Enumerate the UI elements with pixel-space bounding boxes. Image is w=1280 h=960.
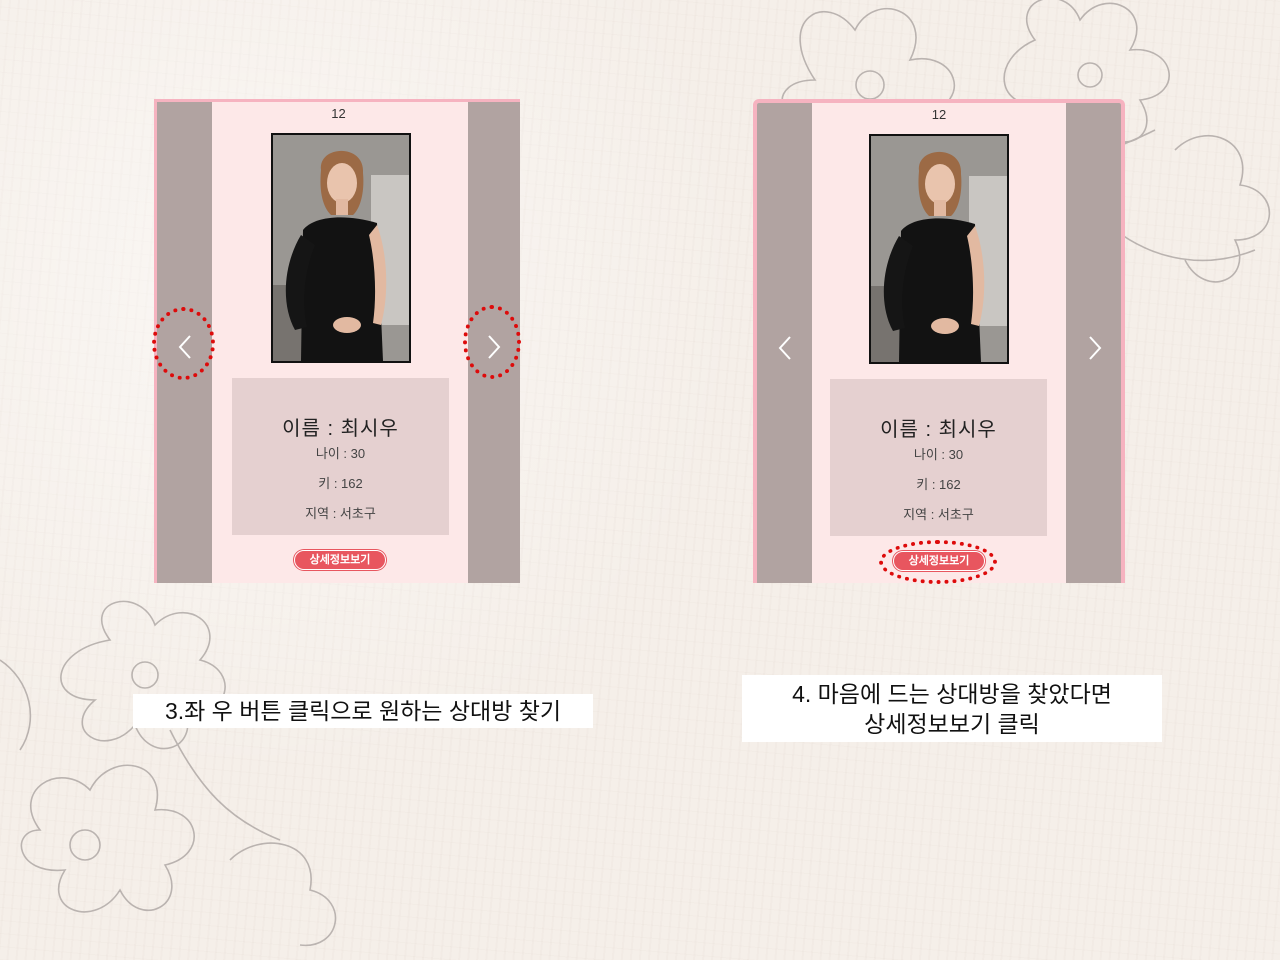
profile-region: 지역 : 서초구 bbox=[305, 506, 376, 521]
right-side-panel bbox=[468, 102, 520, 583]
app-screen-step3: 12 이름 : 최시우 나이 : 30 키 : 162 지역 : 서초구 상세정… bbox=[154, 99, 520, 583]
profile-age: 나이 : 30 bbox=[913, 447, 964, 462]
chevron-right-icon bbox=[1089, 336, 1102, 360]
profile-age: 나이 : 30 bbox=[315, 446, 366, 461]
profile-height: 키 : 162 bbox=[916, 477, 961, 492]
right-side-panel bbox=[1066, 103, 1121, 583]
prev-profile-button[interactable] bbox=[765, 328, 805, 368]
profile-info-card: 이름 : 최시우 나이 : 30 키 : 162 지역 : 서초구 bbox=[232, 378, 449, 535]
chevron-left-icon bbox=[778, 336, 791, 360]
page-number: 12 bbox=[931, 107, 947, 122]
profile-info-card: 이름 : 최시우 나이 : 30 키 : 162 지역 : 서초구 bbox=[830, 379, 1047, 536]
app-screen-step4: 12 이름 : 최시우 나이 : 30 키 : 162 지역 : 서초구 상세정… bbox=[753, 99, 1125, 583]
step4-caption-line1: 4. 마음에 드는 상대방을 찾았다면 bbox=[792, 681, 1112, 707]
chevron-left-icon bbox=[178, 335, 191, 359]
view-details-button[interactable]: 상세정보보기 bbox=[294, 550, 386, 570]
profile-height: 키 : 162 bbox=[318, 476, 363, 491]
profile-name: 이름 : 최시우 bbox=[880, 419, 997, 441]
view-details-button[interactable]: 상세정보보기 bbox=[893, 551, 985, 571]
profile-region: 지역 : 서초구 bbox=[903, 507, 974, 522]
profile-name: 이름 : 최시우 bbox=[282, 418, 399, 440]
step3-caption: 3.좌 우 버튼 클릭으로 원하는 상대방 찾기 bbox=[133, 694, 593, 728]
step4-caption-line2: 상세정보보기 클릭 bbox=[864, 711, 1040, 737]
page-number: 12 bbox=[331, 106, 346, 121]
chevron-right-icon bbox=[488, 335, 501, 359]
next-profile-button[interactable] bbox=[474, 327, 514, 367]
profile-photo bbox=[271, 133, 411, 363]
flower-decoration-bottom-left-icon bbox=[0, 600, 337, 946]
left-side-panel bbox=[757, 103, 812, 583]
profile-photo bbox=[869, 134, 1009, 364]
left-side-panel bbox=[157, 102, 212, 583]
prev-profile-button[interactable] bbox=[165, 327, 205, 367]
step4-caption: 4. 마음에 드는 상대방을 찾았다면 상세정보보기 클릭 bbox=[742, 675, 1162, 742]
next-profile-button[interactable] bbox=[1075, 328, 1115, 368]
